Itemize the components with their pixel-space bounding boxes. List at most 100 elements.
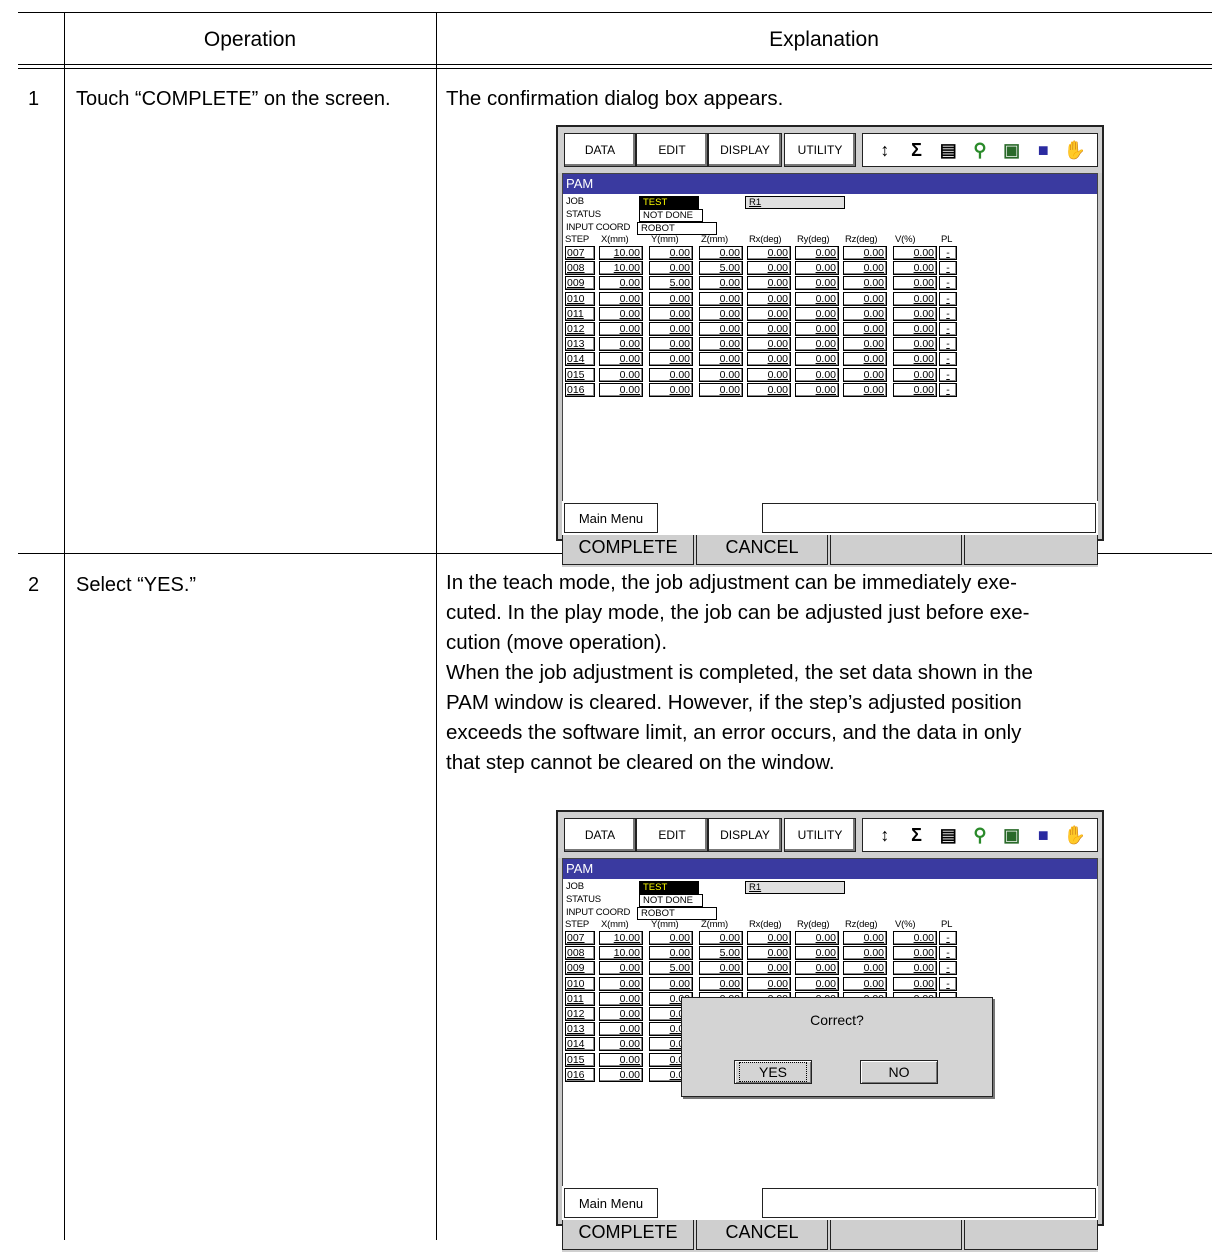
pl-cell[interactable]: - [939,946,957,961]
rz-cell[interactable]: 0.00 [843,246,887,260]
yes-button[interactable]: YES [734,1060,812,1084]
ry-cell[interactable]: 0.00 [795,261,839,276]
y-cell[interactable]: 0.00 [649,946,693,961]
rx-cell[interactable]: 0.00 [747,276,791,291]
job-field[interactable]: TEST [639,196,699,209]
z-cell[interactable]: 0.00 [699,246,743,260]
ry-cell[interactable]: 0.00 [795,382,839,397]
pl-cell[interactable]: - [939,976,957,991]
menu-data-button[interactable]: DATA [564,818,636,852]
rz-cell[interactable]: 0.00 [843,322,887,336]
v-cell[interactable]: 0.00 [893,291,937,306]
pl-cell[interactable]: - [939,306,957,321]
x-cell[interactable]: 0.00 [599,291,643,306]
y-cell[interactable]: 0.00 [649,352,693,367]
main-menu-button[interactable]: Main Menu [564,503,658,533]
ry-cell[interactable]: 0.00 [795,961,839,976]
rz-cell[interactable]: 0.00 [843,946,887,961]
rx-cell[interactable]: 0.00 [747,961,791,976]
menu-edit-button[interactable]: EDIT [636,133,708,167]
x-cell[interactable]: 0.00 [599,976,643,991]
pl-cell[interactable]: - [939,367,957,382]
y-cell[interactable]: 0.00 [649,382,693,397]
y-cell[interactable]: 5.00 [649,276,693,291]
ry-cell[interactable]: 0.00 [795,337,839,352]
pl-cell[interactable]: - [939,246,957,260]
ry-cell[interactable]: 0.00 [795,291,839,306]
z-cell[interactable]: 5.00 [699,261,743,276]
v-cell[interactable]: 0.00 [893,261,937,276]
rx-cell[interactable]: 0.00 [747,946,791,961]
rx-cell[interactable]: 0.00 [747,261,791,276]
menu-utility-button[interactable]: UTILITY [784,818,856,852]
v-cell[interactable]: 0.00 [893,931,937,945]
z-cell[interactable]: 0.00 [699,352,743,367]
rx-cell[interactable]: 0.00 [747,931,791,945]
z-cell[interactable]: 5.00 [699,946,743,961]
y-cell[interactable]: 0.00 [649,261,693,276]
step-number-cell[interactable]: 013 [565,1022,595,1037]
x-cell[interactable]: 0.00 [599,991,643,1006]
rx-cell[interactable]: 0.00 [747,382,791,397]
robot-field[interactable]: R1 [745,196,845,209]
rz-cell[interactable]: 0.00 [843,291,887,306]
step-number-cell[interactable]: 007 [565,931,595,945]
x-cell[interactable]: 10.00 [599,261,643,276]
rx-cell[interactable]: 0.00 [747,367,791,382]
step-number-cell[interactable]: 014 [565,1037,595,1052]
y-cell[interactable]: 0.00 [649,337,693,352]
step-number-cell[interactable]: 007 [565,246,595,260]
ry-cell[interactable]: 0.00 [795,352,839,367]
y-cell[interactable]: 0.00 [649,322,693,336]
z-cell[interactable]: 0.00 [699,306,743,321]
step-number-cell[interactable]: 009 [565,961,595,976]
x-cell[interactable]: 0.00 [599,1067,643,1082]
y-cell[interactable]: 0.00 [649,306,693,321]
menu-display-button[interactable]: DISPLAY [708,818,782,852]
rz-cell[interactable]: 0.00 [843,976,887,991]
rz-cell[interactable]: 0.00 [843,337,887,352]
rx-cell[interactable]: 0.00 [747,976,791,991]
step-number-cell[interactable]: 016 [565,382,595,397]
ry-cell[interactable]: 0.00 [795,976,839,991]
rx-cell[interactable]: 0.00 [747,352,791,367]
menu-utility-button[interactable]: UTILITY [784,133,856,167]
v-cell[interactable]: 0.00 [893,246,937,260]
pl-cell[interactable]: - [939,931,957,945]
y-cell[interactable]: 0.00 [649,976,693,991]
x-cell[interactable]: 0.00 [599,1007,643,1021]
step-number-cell[interactable]: 016 [565,1067,595,1082]
robot-field[interactable]: R1 [745,881,845,894]
x-cell[interactable]: 0.00 [599,1052,643,1067]
pl-cell[interactable]: - [939,276,957,291]
z-cell[interactable]: 0.00 [699,367,743,382]
v-cell[interactable]: 0.00 [893,976,937,991]
z-cell[interactable]: 0.00 [699,322,743,336]
v-cell[interactable]: 0.00 [893,946,937,961]
z-cell[interactable]: 0.00 [699,291,743,306]
v-cell[interactable]: 0.00 [893,306,937,321]
ry-cell[interactable]: 0.00 [795,246,839,260]
step-number-cell[interactable]: 010 [565,291,595,306]
pl-cell[interactable]: - [939,322,957,336]
step-number-cell[interactable]: 008 [565,261,595,276]
pl-cell[interactable]: - [939,291,957,306]
rz-cell[interactable]: 0.00 [843,367,887,382]
x-cell[interactable]: 0.00 [599,337,643,352]
ry-cell[interactable]: 0.00 [795,931,839,945]
z-cell[interactable]: 0.00 [699,931,743,945]
step-number-cell[interactable]: 012 [565,322,595,336]
rz-cell[interactable]: 0.00 [843,961,887,976]
step-number-cell[interactable]: 015 [565,367,595,382]
rx-cell[interactable]: 0.00 [747,306,791,321]
ry-cell[interactable]: 0.00 [795,367,839,382]
step-number-cell[interactable]: 014 [565,352,595,367]
rx-cell[interactable]: 0.00 [747,337,791,352]
pl-cell[interactable]: - [939,261,957,276]
rz-cell[interactable]: 0.00 [843,306,887,321]
x-cell[interactable]: 0.00 [599,352,643,367]
ry-cell[interactable]: 0.00 [795,946,839,961]
x-cell[interactable]: 0.00 [599,382,643,397]
x-cell[interactable]: 0.00 [599,961,643,976]
shortcut-button[interactable]: ShortCut [658,503,760,533]
